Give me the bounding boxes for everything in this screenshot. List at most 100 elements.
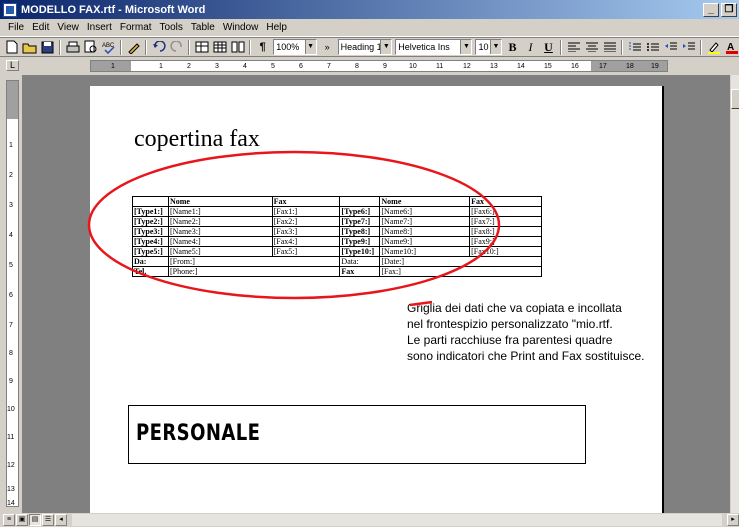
- outline-view-icon[interactable]: ☰: [42, 514, 54, 526]
- word-app-icon[interactable]: [3, 2, 17, 17]
- ruler-number: 5: [271, 63, 275, 70]
- ruler-number: 16: [571, 63, 579, 70]
- chevron-down-icon[interactable]: ▼: [489, 40, 501, 54]
- numbering-icon[interactable]: [627, 39, 642, 55]
- vruler-number: 2: [9, 172, 13, 179]
- more-buttons-icon[interactable]: »: [320, 39, 335, 55]
- print-layout-icon[interactable]: ▤: [29, 514, 41, 526]
- red-ellipse: [87, 150, 501, 300]
- ruler-number: 4: [243, 63, 247, 70]
- vruler-number: 12: [7, 462, 15, 469]
- spelling-icon[interactable]: ABC: [101, 39, 116, 55]
- window-title: MODELLO FAX.rtf - Microsoft Word: [21, 3, 206, 16]
- vruler-number: 10: [7, 406, 15, 413]
- menu-bar: File Edit View Insert Format Tools Table…: [0, 19, 739, 37]
- ruler-number: 1: [159, 63, 163, 70]
- scroll-right-icon[interactable]: ▸: [727, 514, 739, 526]
- ruler-number: 17: [599, 63, 607, 70]
- chevron-down-icon[interactable]: ▼: [380, 40, 392, 54]
- ruler-number: 11: [436, 63, 444, 70]
- menu-tools[interactable]: Tools: [156, 22, 187, 33]
- ruler-number: 15: [544, 63, 552, 70]
- font-select[interactable]: Helvetica Ins ▼: [395, 39, 473, 55]
- open-folder-icon[interactable]: [22, 39, 37, 55]
- style-value: Heading 1: [340, 42, 382, 52]
- toolbar-separator: [700, 39, 703, 55]
- style-select[interactable]: Heading 1 ▼: [337, 39, 393, 55]
- italic-button[interactable]: I: [523, 39, 538, 55]
- horizontal-scrollbar-area: ≡ ▣ ▤ ☰ ◂ ▸: [0, 513, 739, 527]
- ruler-number: 2: [187, 63, 191, 70]
- ruler-number: 18: [626, 63, 634, 70]
- font-size-value: 10: [478, 42, 489, 52]
- scroll-left-icon[interactable]: ◂: [55, 514, 67, 526]
- normal-view-icon[interactable]: ≡: [3, 514, 15, 526]
- undo-icon[interactable]: [151, 39, 166, 55]
- vruler-number: 5: [9, 262, 13, 269]
- columns-icon[interactable]: [230, 39, 245, 55]
- font-size-select[interactable]: 10 ▼: [475, 39, 502, 55]
- ruler-number: 7: [327, 63, 331, 70]
- menu-help[interactable]: Help: [262, 22, 291, 33]
- align-center-icon[interactable]: [584, 39, 599, 55]
- toolbar-separator: [59, 39, 62, 55]
- vruler-number: 14: [7, 500, 15, 507]
- highlight-icon[interactable]: [706, 39, 721, 55]
- insert-table-icon[interactable]: [212, 39, 227, 55]
- format-painter-icon[interactable]: [126, 39, 141, 55]
- scrollbar-thumb[interactable]: [731, 89, 739, 109]
- ruler-area: L 1 1 2 3 4 5 6 7 8 9 10 11 12 13 14 15 …: [0, 57, 739, 75]
- toolbar-separator: [560, 39, 563, 55]
- restore-button[interactable]: ❐: [721, 2, 737, 17]
- vruler-number: 3: [9, 202, 13, 209]
- vertical-scrollbar[interactable]: [730, 75, 739, 513]
- vertical-ruler[interactable]: 1 2 3 4 5 6 7 8 9 10 11 12 13 14: [6, 80, 19, 507]
- redo-icon[interactable]: [169, 39, 184, 55]
- ruler-number: 19: [651, 63, 659, 70]
- new-document-icon[interactable]: [4, 39, 19, 55]
- zoom-value: 100%: [276, 42, 300, 52]
- menu-insert[interactable]: Insert: [83, 22, 116, 33]
- menu-file[interactable]: File: [4, 22, 28, 33]
- menu-format[interactable]: Format: [116, 22, 156, 33]
- menu-view[interactable]: View: [53, 22, 83, 33]
- save-icon[interactable]: [40, 39, 55, 55]
- increase-indent-icon[interactable]: [681, 39, 696, 55]
- ruler-number: 8: [355, 63, 359, 70]
- zoom-select[interactable]: 100% ▼: [273, 39, 317, 55]
- vruler-number: 6: [9, 292, 13, 299]
- horizontal-scrollbar[interactable]: [72, 514, 722, 526]
- underline-button[interactable]: U: [541, 39, 556, 55]
- toolbar-separator: [145, 39, 148, 55]
- print-preview-icon[interactable]: [83, 39, 98, 55]
- ruler-number: 3: [215, 63, 219, 70]
- formatting-toolbar: ABC ¶ 100% ▼ » Heading 1 ▼ Helvetica Ins…: [0, 37, 739, 57]
- horizontal-ruler[interactable]: 1 1 2 3 4 5 6 7 8 9 10 11 12 13 14 15 16…: [90, 60, 668, 72]
- chevron-down-icon[interactable]: ▼: [304, 40, 316, 54]
- toolbar-separator: [120, 39, 123, 55]
- vruler-number: 9: [9, 378, 13, 385]
- show-hide-pilcrow-icon[interactable]: ¶: [255, 39, 270, 55]
- minimize-button[interactable]: _: [703, 2, 719, 17]
- menu-table[interactable]: Table: [187, 22, 219, 33]
- font-color-icon[interactable]: A: [724, 39, 739, 55]
- vruler-number: 7: [9, 322, 13, 329]
- vruler-margin-top: [7, 81, 18, 119]
- tables-borders-icon[interactable]: [194, 39, 209, 55]
- ruler-number: 10: [409, 63, 417, 70]
- align-left-icon[interactable]: [566, 39, 581, 55]
- vruler-number: 13: [7, 486, 15, 493]
- web-layout-icon[interactable]: ▣: [16, 514, 28, 526]
- chevron-down-icon[interactable]: ▼: [460, 40, 472, 54]
- ruler-number: 13: [490, 63, 498, 70]
- decrease-indent-icon[interactable]: [663, 39, 678, 55]
- ruler-number: 9: [383, 63, 387, 70]
- menu-edit[interactable]: Edit: [28, 22, 53, 33]
- align-justify-icon[interactable]: [602, 39, 617, 55]
- document-area[interactable]: copertina fax Nome Fax Nome Fax [Type1:]…: [22, 75, 730, 513]
- bullets-icon[interactable]: [645, 39, 660, 55]
- print-icon[interactable]: [65, 39, 80, 55]
- tab-stop-selector[interactable]: L: [6, 60, 19, 71]
- bold-button[interactable]: B: [505, 39, 520, 55]
- menu-window[interactable]: Window: [219, 22, 263, 33]
